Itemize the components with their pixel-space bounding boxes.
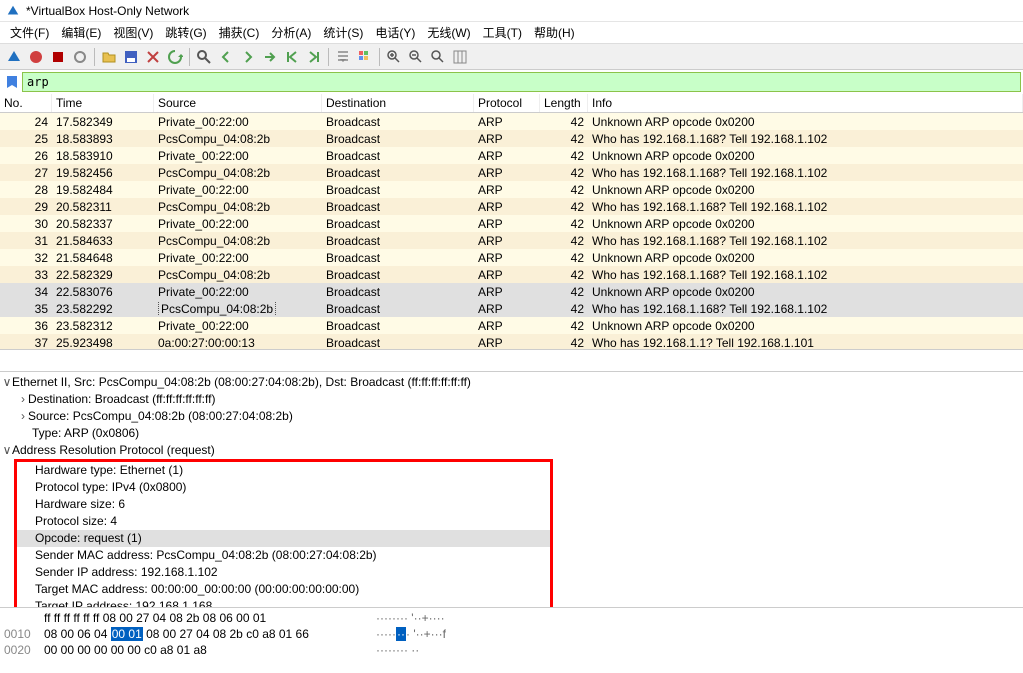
tree-arp-opcode[interactable]: Opcode: request (1): [17, 530, 550, 547]
column-length[interactable]: Length: [540, 94, 588, 112]
menu-statistics[interactable]: 统计(S): [317, 22, 369, 43]
column-source[interactable]: Source: [154, 94, 322, 112]
menu-capture[interactable]: 捕获(C): [213, 22, 266, 43]
tree-arp-tmac[interactable]: Target MAC address: 00:00:00_00:00:00 (0…: [17, 581, 550, 598]
packet-row[interactable]: 3623.582312Private_00:22:00BroadcastARP4…: [0, 317, 1023, 334]
find-packet-icon[interactable]: [194, 47, 214, 67]
menu-tools[interactable]: 工具(T): [477, 22, 528, 43]
caret-right-icon: ›: [18, 391, 28, 408]
autoscroll-icon[interactable]: [333, 47, 353, 67]
hex-highlight: 00 01: [111, 627, 143, 641]
packet-row[interactable]: 2417.582349Private_00:22:00BroadcastARP4…: [0, 113, 1023, 130]
reload-icon[interactable]: [165, 47, 185, 67]
window-title-bar: *VirtualBox Host-Only Network: [0, 0, 1023, 22]
colorize-icon[interactable]: [355, 47, 375, 67]
packet-row[interactable]: 3725.9234980a:00:27:00:00:13BroadcastARP…: [0, 334, 1023, 350]
menu-telephony[interactable]: 电话(Y): [369, 22, 421, 43]
window-title: *VirtualBox Host-Only Network: [26, 4, 189, 18]
highlighted-region: Hardware type: Ethernet (1) Protocol typ…: [14, 459, 553, 608]
tree-arp-hwsize[interactable]: Hardware size: 6: [17, 496, 550, 513]
caret-down-icon: ∨: [2, 442, 12, 459]
toolbar-separator: [328, 48, 329, 66]
column-no[interactable]: No.: [0, 94, 52, 112]
go-first-icon[interactable]: [282, 47, 302, 67]
bookmark-icon[interactable]: [4, 74, 20, 90]
menu-view[interactable]: 视图(V): [107, 22, 159, 43]
tree-arp[interactable]: ∨Address Resolution Protocol (request): [0, 442, 1023, 459]
tree-eth-dst[interactable]: ›Destination: Broadcast (ff:ff:ff:ff:ff:…: [0, 391, 1023, 408]
resize-columns-icon[interactable]: [450, 47, 470, 67]
packet-row[interactable]: 3322.582329PcsCompu_04:08:2bBroadcastARP…: [0, 266, 1023, 283]
menu-wireless[interactable]: 无线(W): [421, 22, 476, 43]
packet-list-pane[interactable]: No. Time Source Destination Protocol Len…: [0, 94, 1023, 350]
app-icon: [6, 4, 20, 18]
open-file-icon[interactable]: [99, 47, 119, 67]
go-prev-icon[interactable]: [216, 47, 236, 67]
tree-arp-protosize[interactable]: Protocol size: 4: [17, 513, 550, 530]
go-last-icon[interactable]: [304, 47, 324, 67]
packet-row[interactable]: 3221.584648Private_00:22:00BroadcastARP4…: [0, 249, 1023, 266]
packet-row[interactable]: 2518.583893PcsCompu_04:08:2bBroadcastARP…: [0, 130, 1023, 147]
packet-row[interactable]: 2819.582484Private_00:22:00BroadcastARP4…: [0, 181, 1023, 198]
tree-arp-tip[interactable]: Target IP address: 192.168.1.168: [17, 598, 550, 608]
capture-options-icon[interactable]: [70, 47, 90, 67]
packet-row[interactable]: 2920.582311PcsCompu_04:08:2bBroadcastARP…: [0, 198, 1023, 215]
column-destination[interactable]: Destination: [322, 94, 474, 112]
column-info[interactable]: Info: [588, 94, 1023, 112]
filter-bar: [0, 70, 1023, 94]
toolbar: [0, 44, 1023, 70]
packet-row[interactable]: 3020.582337Private_00:22:00BroadcastARP4…: [0, 215, 1023, 232]
restart-capture-icon[interactable]: [48, 47, 68, 67]
close-file-icon[interactable]: [143, 47, 163, 67]
zoom-out-icon[interactable]: [406, 47, 426, 67]
tree-arp-hwtype[interactable]: Hardware type: Ethernet (1): [17, 462, 550, 479]
hex-dump-pane[interactable]: ff ff ff ff ff ff 08 00 27 04 08 2b 08 0…: [0, 608, 1023, 673]
zoom-in-icon[interactable]: [384, 47, 404, 67]
go-next-icon[interactable]: [238, 47, 258, 67]
hex-row[interactable]: 0020 00 00 00 00 00 00 c0 a8 01 a8 ·····…: [4, 642, 1019, 658]
stop-capture-icon[interactable]: [26, 47, 46, 67]
column-time[interactable]: Time: [52, 94, 154, 112]
pane-splitter[interactable]: [0, 350, 1023, 372]
display-filter-input[interactable]: [22, 72, 1021, 92]
menu-help[interactable]: 帮助(H): [528, 22, 581, 43]
tree-arp-sip[interactable]: Sender IP address: 192.168.1.102: [17, 564, 550, 581]
tree-arp-smac[interactable]: Sender MAC address: PcsCompu_04:08:2b (0…: [17, 547, 550, 564]
go-jump-icon[interactable]: [260, 47, 280, 67]
packet-row[interactable]: 2618.583910Private_00:22:00BroadcastARP4…: [0, 147, 1023, 164]
tree-eth-src[interactable]: ›Source: PcsCompu_04:08:2b (08:00:27:04:…: [0, 408, 1023, 425]
packet-row[interactable]: 2719.582456PcsCompu_04:08:2bBroadcastARP…: [0, 164, 1023, 181]
menu-file[interactable]: 文件(F): [4, 22, 55, 43]
packet-details-pane[interactable]: ∨Ethernet II, Src: PcsCompu_04:08:2b (08…: [0, 372, 1023, 608]
packet-row[interactable]: 3121.584633PcsCompu_04:08:2bBroadcastARP…: [0, 232, 1023, 249]
tree-ethernet[interactable]: ∨Ethernet II, Src: PcsCompu_04:08:2b (08…: [0, 374, 1023, 391]
caret-down-icon: ∨: [2, 374, 12, 391]
column-protocol[interactable]: Protocol: [474, 94, 540, 112]
packet-list-header: No. Time Source Destination Protocol Len…: [0, 94, 1023, 113]
menu-bar: 文件(F) 编辑(E) 视图(V) 跳转(G) 捕获(C) 分析(A) 统计(S…: [0, 22, 1023, 44]
hex-row[interactable]: ff ff ff ff ff ff 08 00 27 04 08 2b 08 0…: [4, 610, 1019, 626]
menu-analyze[interactable]: 分析(A): [265, 22, 317, 43]
hex-row[interactable]: 0010 08 00 06 04 00 01 08 00 27 04 08 2b…: [4, 626, 1019, 642]
start-capture-icon[interactable]: [4, 47, 24, 67]
packet-row[interactable]: 3422.583076Private_00:22:00BroadcastARP4…: [0, 283, 1023, 300]
toolbar-separator: [379, 48, 380, 66]
zoom-reset-icon[interactable]: [428, 47, 448, 67]
save-file-icon[interactable]: [121, 47, 141, 67]
menu-go[interactable]: 跳转(G): [159, 22, 212, 43]
caret-right-icon: ›: [18, 408, 28, 425]
tree-arp-prototype[interactable]: Protocol type: IPv4 (0x0800): [17, 479, 550, 496]
tree-eth-type[interactable]: Type: ARP (0x0806): [0, 425, 1023, 442]
toolbar-separator: [189, 48, 190, 66]
toolbar-separator: [94, 48, 95, 66]
packet-row[interactable]: 3523.582292PcsCompu_04:08:2bBroadcastARP…: [0, 300, 1023, 317]
menu-edit[interactable]: 编辑(E): [55, 22, 107, 43]
